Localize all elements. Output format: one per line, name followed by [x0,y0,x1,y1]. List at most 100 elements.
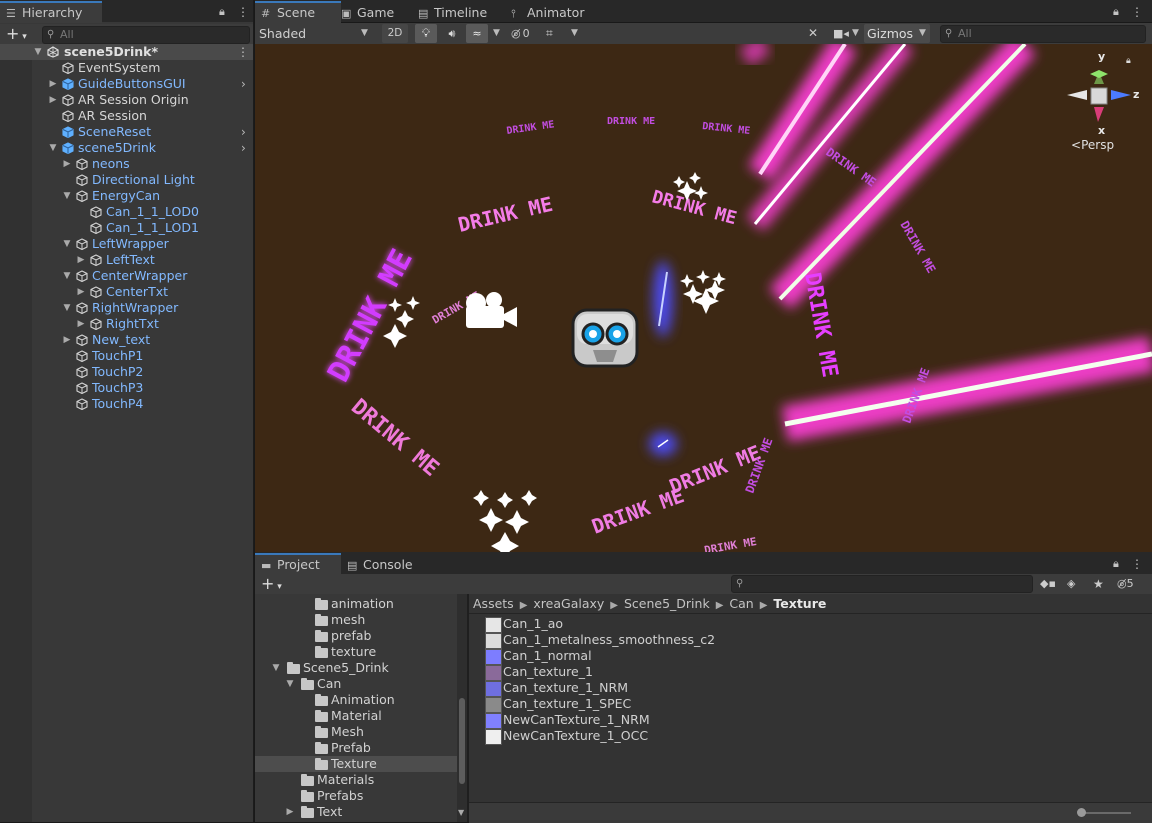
hierarchy-item-righttxt[interactable]: ▶ RightTxt [0,316,253,332]
folder-material[interactable]: Material [255,708,457,724]
project-search-input[interactable]: ⚲ [731,575,1033,593]
expand-arrow-icon[interactable]: ▼ [62,236,72,252]
search-by-type-icon[interactable]: ◆▪ [1040,574,1056,594]
hierarchy-item-touchp4[interactable]: TouchP4 [0,396,253,412]
gizmos-dropdown[interactable]: Gizmos ▼ [864,24,930,43]
folder-mesh[interactable]: mesh [255,612,457,628]
effects-dropdown-icon[interactable]: ▼ [493,24,500,43]
folder-mesh[interactable]: Mesh [255,724,457,740]
hierarchy-item-new-text[interactable]: ▶ New_text [0,332,253,348]
asset-item-can-1-normal[interactable]: Can_1_normal [469,648,1152,665]
folder-texture[interactable]: Texture [255,756,457,772]
chevron-right-icon[interactable]: › [241,124,246,140]
tab-game[interactable]: ▣ Game [335,3,402,23]
grid-snap-dropdown-icon[interactable]: ▼ [571,24,578,43]
asset-item-can-texture-1[interactable]: Can_texture_1 [469,664,1152,681]
grid-snap-icon[interactable]: ⌗ [546,24,553,43]
collapse-arrow-icon[interactable]: ▶ [76,252,86,268]
breadcrumb-item-assets[interactable]: Assets [473,596,514,611]
expand-arrow-icon[interactable]: ▼ [48,140,58,156]
chevron-right-icon[interactable]: › [241,140,246,156]
hierarchy-item-can-1-1-lod0[interactable]: Can_1_1_LOD0 [0,204,253,220]
expand-arrow-icon[interactable]: ▼ [62,188,72,204]
tab-scene[interactable]: # Scene [255,1,341,23]
asset-item-newcantexture-1-nrm[interactable]: NewCanTexture_1_NRM [469,712,1152,729]
search-by-label-icon[interactable]: ◈ [1067,574,1075,594]
collapse-arrow-icon[interactable]: ▶ [48,92,58,108]
tree-scrollbar[interactable]: ▼ [457,594,467,822]
tab-hierarchy[interactable]: ☰ Hierarchy [0,1,102,23]
tree-scrollbar-thumb[interactable] [459,698,465,784]
hierarchy-item-neons[interactable]: ▶ neons [0,156,253,172]
hierarchy-item-centertxt[interactable]: ▶ CenterTxt [0,284,253,300]
collapse-arrow-icon[interactable]: ▶ [76,284,86,300]
asset-item-can-1-ao[interactable]: Can_1_ao [469,616,1152,633]
hierarchy-item-rightwrapper[interactable]: ▼ RightWrapper [0,300,253,316]
hierarchy-item-scenereset[interactable]: SceneReset › [0,124,253,140]
hierarchy-item-ar-session[interactable]: AR Session [0,108,253,124]
mode-2d-button[interactable]: 2D [382,24,408,43]
folder-text[interactable]: ▶ Text [255,804,457,820]
expand-arrow-icon[interactable]: ▼ [62,300,72,316]
hierarchy-item-touchp2[interactable]: TouchP2 [0,364,253,380]
camera-dropdown-icon[interactable]: ▼ [852,24,859,43]
asset-item-can-1-metalness-smoothness-c2[interactable]: Can_1_metalness_smoothness_c2 [469,632,1152,649]
scene-menu-icon[interactable]: ⋮ [237,45,249,59]
asset-item-can-texture-1-spec[interactable]: Can_texture_1_SPEC [469,696,1152,713]
hierarchy-search-input[interactable]: ⚲ All [42,26,250,44]
lock-icon[interactable]: 🔒︎ [219,5,225,19]
tab-project[interactable]: ▬ Project [255,553,341,575]
folder-prefab[interactable]: prefab [255,628,457,644]
tools-icon[interactable]: ✕ [808,24,818,43]
hidden-objects-icon[interactable]: ◎̸ 0 [511,24,530,43]
scene-lock-icon[interactable]: 🔒︎ [1113,5,1119,19]
scene-viewport[interactable]: DRINK ME DRINK ME DRINK ME DRINK ME DRIN… [255,44,1152,552]
favorites-star-icon[interactable]: ★ [1093,574,1104,594]
expand-arrow-icon[interactable]: ▼ [33,44,43,60]
folder-prefabs[interactable]: Prefabs [255,788,457,804]
breadcrumb-item-can[interactable]: Can [729,596,753,611]
camera-icon[interactable]: ■◂ [833,24,849,43]
collapse-arrow-icon[interactable]: ▶ [76,316,86,332]
folder-prefab[interactable]: Prefab [255,740,457,756]
breadcrumb-item-xreagalaxy[interactable]: xreaGalaxy [533,596,604,611]
hierarchy-item-touchp3[interactable]: TouchP3 [0,380,253,396]
hierarchy-item-centerwrapper[interactable]: ▼ CenterWrapper [0,268,253,284]
project-panel-menu-icon[interactable]: ⋮ [1131,557,1143,571]
hierarchy-item-lefttext[interactable]: ▶ LeftText [0,252,253,268]
icon-size-slider-handle[interactable] [1077,808,1086,817]
scroll-down-icon[interactable]: ▼ [458,808,464,817]
shading-mode-dropdown[interactable]: Shaded ▼ [255,24,375,43]
collapse-arrow-icon[interactable]: ▶ [285,804,295,820]
folder-can[interactable]: ▼ Can [255,676,457,692]
hierarchy-item-energycan[interactable]: ▼ EnergyCan [0,188,253,204]
panel-menu-icon[interactable]: ⋮ [237,5,249,19]
collapse-arrow-icon[interactable]: ▶ [62,156,72,172]
expand-arrow-icon[interactable]: ▼ [285,676,295,692]
expand-arrow-icon[interactable]: ▼ [271,660,281,676]
expand-arrow-icon[interactable]: ▼ [62,268,72,284]
audio-toggle-icon[interactable]: 🔊︎ [441,24,463,43]
perspective-toggle[interactable]: <Persp [1071,138,1114,152]
tab-timeline[interactable]: ▤ Timeline [412,3,495,23]
scene-header-row[interactable]: ▼ scene5Drink* ⋮ [0,44,253,60]
effects-toggle-icon[interactable]: ≈ [466,24,488,43]
collapse-arrow-icon[interactable]: ▶ [48,76,58,92]
breadcrumb-item-scene5-drink[interactable]: Scene5_Drink [624,596,710,611]
scene-panel-menu-icon[interactable]: ⋮ [1131,5,1143,19]
tab-console[interactable]: ▤ Console [341,555,421,575]
project-lock-icon[interactable]: 🔒︎ [1113,557,1119,571]
collapse-arrow-icon[interactable]: ▶ [62,332,72,348]
folder-animation[interactable]: animation [255,596,457,612]
hierarchy-item-guidebuttonsgui[interactable]: ▶ GuideButtonsGUI › [0,76,253,92]
hierarchy-item-scene5drink[interactable]: ▼ scene5Drink › [0,140,253,156]
hierarchy-item-can-1-1-lod1[interactable]: Can_1_1_LOD1 [0,220,253,236]
tab-animator[interactable]: ⫯ Animator [505,3,592,23]
folder-scene5-drink[interactable]: ▼ Scene5_Drink [255,660,457,676]
icon-size-slider[interactable] [1081,812,1131,814]
folder-texture[interactable]: texture [255,644,457,660]
hierarchy-item-eventsystem[interactable]: EventSystem [0,60,253,76]
hierarchy-item-directional-light[interactable]: Directional Light [0,172,253,188]
asset-item-can-texture-1-nrm[interactable]: Can_texture_1_NRM [469,680,1152,697]
hierarchy-item-ar-session-origin[interactable]: ▶ AR Session Origin [0,92,253,108]
